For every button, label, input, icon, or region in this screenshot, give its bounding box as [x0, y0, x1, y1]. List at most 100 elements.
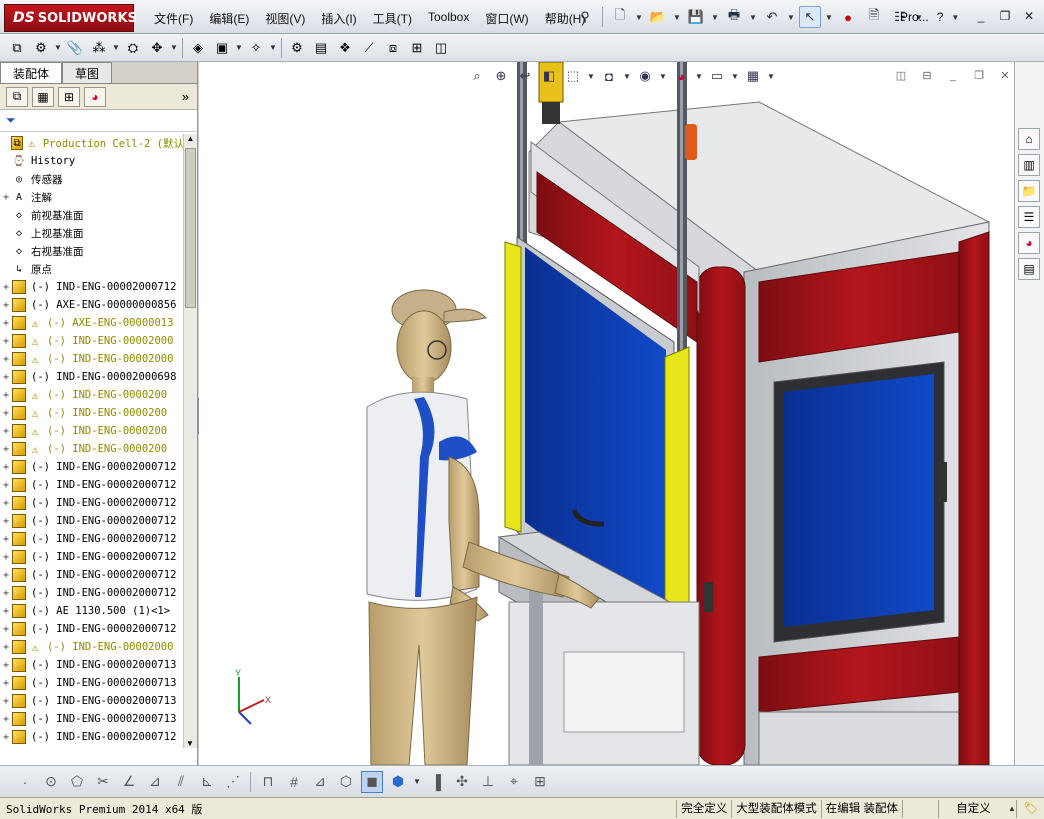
exploded-view-icon[interactable]: ❖ — [334, 37, 356, 59]
tree-row-origin[interactable]: ↳ 原点 — [0, 260, 184, 278]
tree-component-row[interactable]: + (-) IND-ENG-00002000713 — [0, 674, 184, 692]
configuration-manager-icon[interactable]: ⊞ — [58, 86, 80, 107]
chevron-down-icon[interactable]: ▼ — [787, 13, 795, 22]
tree-expand-toggle[interactable]: + — [0, 480, 12, 491]
tree-expand-toggle[interactable]: + — [0, 354, 12, 365]
tree-expand-toggle[interactable]: + — [0, 678, 12, 689]
design-library-icon[interactable]: ▥ — [1018, 154, 1040, 176]
menu-tools[interactable]: 工具(T) — [365, 8, 420, 29]
circle-icon[interactable]: ⊙ — [40, 771, 62, 793]
move-component-icon[interactable]: ✥ — [146, 37, 168, 59]
tree-expand-toggle[interactable]: + — [0, 426, 12, 437]
tree-expand-toggle[interactable]: + — [0, 282, 12, 293]
chevron-down-icon[interactable]: ▼ — [413, 777, 421, 786]
tree-expand-toggle[interactable]: + — [0, 462, 12, 473]
tree-component-row[interactable]: + ⚠ (-) IND-ENG-0000200 — [0, 422, 184, 440]
new-motion-study-icon[interactable]: ⚙ — [286, 37, 308, 59]
tree-component-row[interactable]: +(-) IND-ENG-00002000712 — [0, 584, 184, 602]
tree-component-row[interactable]: + (-) IND-ENG-00002000713 — [0, 692, 184, 710]
tree-expand-toggle[interactable]: + — [0, 714, 12, 725]
solidworks-logo[interactable]: DS SOLIDWORKS — [4, 4, 137, 32]
tree-row-plane[interactable]: ◇ 右视基准面 — [0, 242, 184, 260]
trim-icon[interactable]: ✂ — [92, 771, 114, 793]
tree-expand-toggle[interactable]: + — [0, 606, 12, 617]
tree-component-row[interactable]: + ⚠ (-) IND-ENG-0000200 — [0, 440, 184, 458]
tree-expand-toggle[interactable]: + — [0, 624, 12, 635]
tree-component-row[interactable]: +(-) IND-ENG-00002000712 — [0, 566, 184, 584]
tree-expand-toggle[interactable]: + — [0, 372, 12, 383]
tree-component-row[interactable]: + ⚠ (-) AXE-ENG-00000013 — [0, 314, 184, 332]
rapid-sketch-icon[interactable]: ⋰ — [222, 771, 244, 793]
show-hidden-components-icon[interactable]: ◈ — [187, 37, 209, 59]
menu-toolbox[interactable]: Toolbox — [420, 8, 477, 29]
chevron-down-icon[interactable]: ▼ — [235, 43, 243, 52]
isometric-view-icon[interactable]: ⬡ — [335, 771, 357, 793]
view-settings-icon[interactable]: ▦ — [743, 66, 763, 86]
tree-component-row[interactable]: + ⚠ (-) IND-ENG-00002000 — [0, 638, 184, 656]
menu-file[interactable]: 文件(F) — [146, 8, 201, 29]
chevron-down-icon[interactable]: ▼ — [635, 13, 643, 22]
property-manager-icon[interactable]: ▦ — [32, 86, 54, 107]
tree-component-row[interactable]: +(-) IND-ENG-00002000712 — [0, 620, 184, 638]
scroll-down-icon[interactable]: ▼ — [184, 739, 196, 748]
chevron-down-icon[interactable]: ▼ — [659, 72, 667, 81]
mate-icon[interactable]: 📎 — [64, 37, 86, 59]
tree-expand-toggle[interactable]: + — [0, 336, 12, 347]
chevron-down-icon[interactable]: ▼ — [711, 13, 719, 22]
convert-entities-icon[interactable]: ∠ — [118, 771, 140, 793]
tree-component-row[interactable]: +(-) IND-ENG-00002000712 — [0, 746, 184, 748]
chevron-down-icon[interactable]: ▼ — [170, 43, 178, 52]
solidworks-resources-icon[interactable]: ⌂ — [1018, 128, 1040, 150]
assembly-features-icon[interactable]: ▣ — [211, 37, 233, 59]
sketch-relation-icon[interactable]: ⊿ — [309, 771, 331, 793]
tree-scrollbar[interactable]: ▲ ▼ — [183, 134, 197, 748]
hole-alignment-icon[interactable]: ◫ — [430, 37, 452, 59]
tab-assembly[interactable]: 装配体 — [0, 62, 63, 83]
tree-component-row[interactable]: +(-) IND-ENG-00002000712 — [0, 278, 184, 296]
tree-row-root[interactable]: ⧉ ⚠ Production Cell-2 (默认 — [0, 134, 184, 152]
tree-expand-toggle[interactable]: + — [0, 732, 12, 743]
shaded-with-edges-icon[interactable]: ◼ — [361, 770, 383, 793]
file-properties-icon[interactable]: 🗎 — [863, 6, 885, 28]
new-part-icon[interactable]: ⚙ — [30, 37, 52, 59]
chevron-down-icon[interactable]: ▼ — [749, 13, 757, 22]
chevron-down-icon[interactable]: ▼ — [767, 72, 775, 81]
tree-component-row[interactable]: + (-) AXE-ENG-00000000856 — [0, 296, 184, 314]
tree-expand-toggle[interactable]: + — [0, 696, 12, 707]
chevron-down-icon[interactable]: ▼ — [825, 13, 833, 22]
select-arrow-icon[interactable]: ↖ — [799, 6, 821, 28]
hide-show-items-icon[interactable]: ◉ — [635, 66, 655, 86]
tree-expand-toggle[interactable]: + — [0, 570, 12, 581]
feature-manager-icon[interactable]: ⧉ — [6, 86, 28, 107]
point-icon[interactable]: · — [14, 771, 36, 793]
appearance-cube-icon[interactable]: ⬢ — [387, 771, 409, 793]
tree-component-row[interactable]: +(-) IND-ENG-00002000712 — [0, 548, 184, 566]
table-icon[interactable]: ⊞ — [529, 771, 551, 793]
model-render[interactable]: Y X — [199, 62, 1014, 765]
chevron-down-icon[interactable]: ▼ — [54, 43, 62, 52]
tree-component-row[interactable]: + ⚠ (-) IND-ENG-00002000 — [0, 332, 184, 350]
grid-icon[interactable]: # — [283, 771, 305, 793]
menu-edit[interactable]: 编辑(E) — [201, 8, 257, 29]
tree-component-row[interactable]: + (-) IND-ENG-00002000698 — [0, 368, 184, 386]
insert-component-icon[interactable]: ⧉ — [6, 37, 28, 59]
graphics-area[interactable]: Y X ⌕ ⊕ ↩ ◧ ⬚ ▼ ◘ ▼ ◉ ▼ ◕ ▼ ▭ ▼ ▦ ▼ ◫ ⊟ _ ❐ ✕ — [199, 62, 1014, 765]
tree-expand-toggle[interactable]: + — [0, 642, 12, 653]
tree-expand-toggle[interactable]: + — [0, 444, 12, 455]
menu-view[interactable]: 视图(V) — [257, 8, 313, 29]
tree-component-row[interactable]: +(-) IND-ENG-00002000712 — [0, 458, 184, 476]
tree-expand-toggle[interactable]: + — [0, 408, 12, 419]
reference-geometry-icon[interactable]: ✧ — [245, 37, 267, 59]
tree-expand-toggle[interactable]: + — [0, 660, 12, 671]
tree-component-row[interactable]: + (-) AE 1130.500 (1)<1> — [0, 602, 184, 620]
tree-row-history[interactable]: ⌚ History — [0, 152, 184, 170]
quick-snaps-icon[interactable]: ⊓ — [257, 771, 279, 793]
interference-detection-icon[interactable]: ⧈ — [382, 37, 404, 59]
tree-component-row[interactable]: +(-) IND-ENG-00002000712 — [0, 512, 184, 530]
tree-component-row[interactable]: + ⚠ (-) IND-ENG-0000200 — [0, 386, 184, 404]
tree-component-row[interactable]: +(-) IND-ENG-00002000712 — [0, 476, 184, 494]
tree-row-annotation[interactable]: + A 注解 — [0, 188, 184, 206]
status-tag-icon[interactable]: 🏷 — [1016, 799, 1044, 818]
polygon-icon[interactable]: ⬠ — [66, 771, 88, 793]
exploded-view-icon[interactable]: ✣ — [451, 771, 473, 793]
